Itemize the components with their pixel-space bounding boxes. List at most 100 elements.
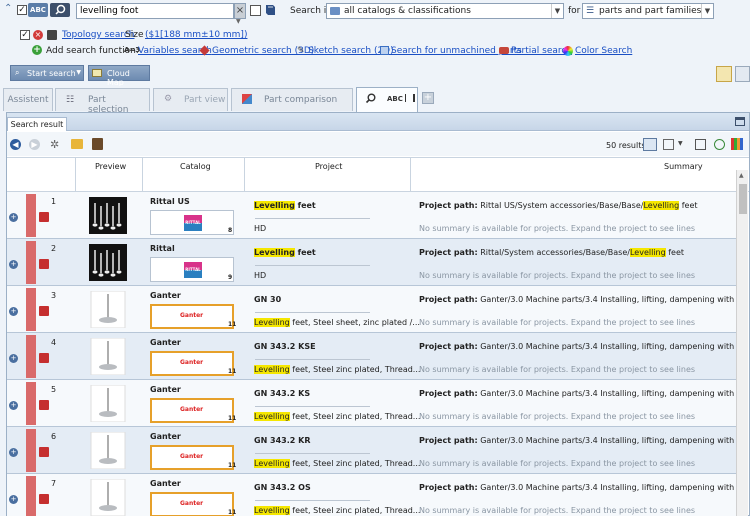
tab-part-view[interactable]: ⚙ Part view <box>153 88 228 111</box>
project-divider <box>255 218 370 219</box>
topology-checkbox[interactable]: ✓ <box>20 30 30 40</box>
clear-query-button[interactable]: × <box>234 3 246 19</box>
chevron-down-icon[interactable]: ▼ <box>678 140 683 147</box>
settings-icon[interactable] <box>735 66 750 82</box>
chart-icon[interactable] <box>731 138 743 150</box>
user-search-icon[interactable] <box>716 66 732 82</box>
table-row[interactable]: + 4 Ganter Ganter 11 GN 343.2 KSE Levell… <box>7 333 736 380</box>
path-text: Ganter/3.0 Machine parts/3.4 Installing,… <box>480 483 736 492</box>
size-label: Size <box>125 30 144 40</box>
remove-icon[interactable]: × <box>33 30 43 40</box>
row-number: 3 <box>51 291 57 300</box>
search-query-input-box[interactable] <box>76 3 234 19</box>
expand-icon[interactable]: + <box>9 495 18 504</box>
forward-icon[interactable]: ▶ <box>29 139 40 150</box>
project-subtitle: Levelling feet, Steel zinc plated, Threa… <box>254 365 420 374</box>
grid-view-icon[interactable] <box>663 139 674 150</box>
list-tree-icon: ☰ <box>586 6 595 16</box>
tab-part-selection[interactable]: ☷ Part selection <box>55 88 150 115</box>
tab-assistent[interactable]: Assistent <box>3 88 53 111</box>
summary-text: No summary is available for projects. Ex… <box>419 365 696 374</box>
highlight-term: Levelling <box>254 201 295 210</box>
catalog-badge: 11 <box>228 321 237 328</box>
project-divider <box>255 312 370 313</box>
scroll-up-arrow[interactable]: ▲ <box>739 172 744 179</box>
table-row[interactable]: + 5 Ganter Ganter 11 GN 343.2 KS Levelli… <box>7 380 736 427</box>
col-header-project[interactable]: Project <box>315 162 342 171</box>
exact-match-checkbox[interactable] <box>250 5 261 16</box>
table-row[interactable]: + 3 Ganter Ganter 11 GN 30 Levelling fee… <box>7 286 736 333</box>
chevron-down-icon[interactable]: ▼ <box>551 4 563 18</box>
table-icon[interactable] <box>695 139 706 150</box>
project-cube-icon <box>39 494 49 504</box>
expand-icon[interactable]: + <box>9 307 18 316</box>
row-number: 5 <box>51 385 57 394</box>
abc-search-mode-button[interactable]: ABC <box>28 3 48 17</box>
collapse-icon[interactable]: ⌃ <box>4 4 14 15</box>
expand-icon[interactable]: + <box>9 354 18 363</box>
for-label: for <box>568 6 581 16</box>
results-rows: + 1 Rittal US RITTAL 8 Levelling feet HD… <box>7 192 736 516</box>
expand-icon[interactable]: + <box>9 213 18 222</box>
highlight-term: Levelling <box>254 506 290 515</box>
back-icon[interactable]: ◀ <box>10 139 21 150</box>
color-search-link[interactable]: Color Search <box>575 46 632 56</box>
network-icon[interactable]: ✲ <box>50 138 59 151</box>
tab-search-active[interactable]: ABC <box>356 87 418 112</box>
catalog-badge: 11 <box>228 415 237 422</box>
cloud-map-button[interactable]: Cloud Map <box>88 65 150 87</box>
expand-icon[interactable]: + <box>9 448 18 457</box>
ganter-logo: Ganter <box>180 312 204 319</box>
path-post: feet <box>679 201 698 210</box>
col-divider <box>244 157 245 192</box>
sketch-icon: ✎ <box>297 46 305 56</box>
expand-icon[interactable]: + <box>9 260 18 269</box>
add-icon: + <box>32 45 42 55</box>
catalog-name: Ganter <box>150 479 181 488</box>
panel-maximize-icon[interactable] <box>735 117 745 126</box>
add-tab-button[interactable]: + <box>422 92 434 104</box>
panel-title-tab: Search result <box>7 117 67 131</box>
row-status-bar <box>26 476 36 516</box>
table-row[interactable]: + 6 Ganter Ganter 11 GN 343.2 KR Levelli… <box>7 427 736 474</box>
list-view-icon[interactable] <box>643 138 657 151</box>
upload-icon[interactable] <box>714 139 725 150</box>
project-subtitle-rest: feet, Steel zinc plated, Thread... <box>289 506 421 515</box>
search-in-select[interactable]: all catalogs & classifications ▼ <box>326 3 564 19</box>
expand-icon[interactable]: + <box>9 401 18 410</box>
query-history-dropdown[interactable]: ▼ <box>236 19 244 25</box>
for-select[interactable]: ☰ parts and part families ▼ <box>582 3 714 19</box>
vertical-scrollbar[interactable]: ▲ <box>736 170 748 516</box>
catalog-name: Ganter <box>150 291 181 300</box>
folder-star-icon[interactable] <box>71 139 83 149</box>
project-title-rest: feet <box>294 248 316 257</box>
chevron-down-icon[interactable]: ▼ <box>76 69 81 76</box>
path-label: Project path: <box>419 389 478 398</box>
enable-text-search-checkbox[interactable]: ✓ <box>17 5 27 15</box>
export-icon[interactable] <box>92 138 103 150</box>
topology-cube-icon <box>47 30 57 40</box>
project-title: GN 30 <box>254 295 282 304</box>
book-icon[interactable] <box>264 4 276 16</box>
size-value-link[interactable]: ($1[188 mm±10 mm]) <box>145 30 247 40</box>
table-row[interactable]: + 1 Rittal US RITTAL 8 Levelling feet HD… <box>7 192 736 239</box>
path-label: Project path: <box>419 483 478 492</box>
results-count: 50 results <box>606 141 646 150</box>
row-status-bar <box>26 288 36 331</box>
chevron-down-icon[interactable]: ▼ <box>701 4 713 18</box>
rittal-logo: RITTAL <box>184 215 202 231</box>
col-header-summary[interactable]: Summary <box>664 162 703 171</box>
scrollbar-thumb[interactable] <box>739 184 747 214</box>
catalog-logo: Ganter <box>150 351 234 376</box>
search-query-input[interactable] <box>77 4 217 18</box>
project-cube-icon <box>39 353 49 363</box>
table-row[interactable]: + 2 Rittal RITTAL 9 Levelling feet HD Pr… <box>7 239 736 286</box>
start-search-button[interactable]: ⌕ Start search ▼ <box>10 65 84 81</box>
topology-search-link[interactable]: Topology search <box>62 30 135 40</box>
magnifier-mode-icon[interactable] <box>50 3 70 17</box>
table-row[interactable]: + 7 Ganter Ganter 11 GN 343.2 OS Levelli… <box>7 474 736 516</box>
col-header-catalog[interactable]: Catalog <box>180 162 211 171</box>
highlight-term: Levelling <box>254 412 290 421</box>
tab-part-comparison[interactable]: Part comparison <box>231 88 353 111</box>
col-header-preview[interactable]: Preview <box>95 162 126 171</box>
